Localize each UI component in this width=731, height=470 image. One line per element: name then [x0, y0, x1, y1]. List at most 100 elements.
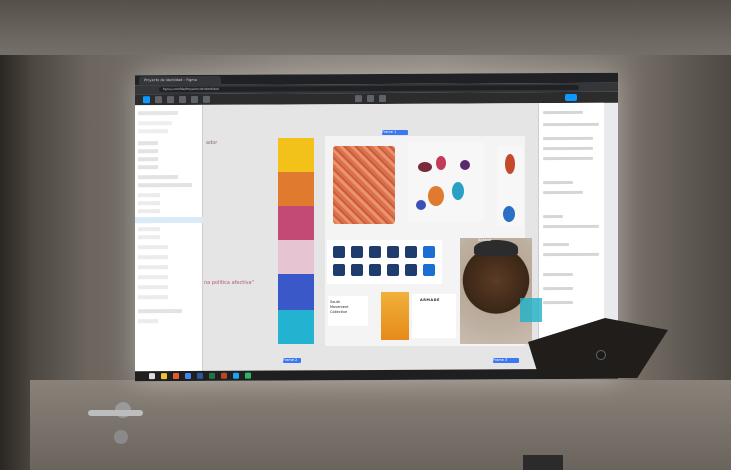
- contrast-icon[interactable]: [379, 94, 386, 102]
- wall-lower: [0, 380, 731, 470]
- layer-item[interactable]: [138, 149, 158, 154]
- floor-object: [523, 455, 563, 470]
- taskbar-app-icon[interactable]: [173, 373, 179, 380]
- taskbar-app-icon[interactable]: [209, 372, 215, 379]
- pictogram: [333, 264, 345, 276]
- blob-illustration[interactable]: [408, 142, 484, 222]
- armade-poster[interactable]: ARMADE: [412, 294, 456, 338]
- canvas-text-quote: na política afectiva": [204, 280, 254, 286]
- taskbar-app-icon[interactable]: [161, 373, 167, 380]
- door-frame: [0, 55, 30, 470]
- pictogram: [405, 264, 417, 276]
- swatch[interactable]: [278, 274, 314, 310]
- help-button[interactable]: [596, 350, 606, 360]
- layer-item[interactable]: [138, 209, 160, 214]
- layer-item[interactable]: [138, 235, 160, 240]
- yellow-poster[interactable]: [381, 292, 409, 340]
- layer-item[interactable]: [138, 285, 168, 290]
- panel-row: [543, 242, 569, 247]
- layer-item[interactable]: [138, 175, 178, 180]
- swatch[interactable]: [278, 138, 314, 172]
- panel-row: [543, 110, 583, 115]
- layer-item-selected[interactable]: [135, 216, 203, 224]
- pictogram: [423, 246, 435, 258]
- panel-row: [543, 146, 593, 151]
- layer-item[interactable]: [138, 295, 168, 300]
- taskbar-app-icon[interactable]: [185, 372, 191, 380]
- component-icon[interactable]: [355, 95, 362, 103]
- book-cover[interactable]: South Movement Collective: [328, 296, 368, 326]
- poster-word: ARMADE: [420, 298, 440, 302]
- layer-item[interactable]: [138, 157, 158, 162]
- taskbar-app-icon[interactable]: [197, 372, 203, 379]
- pictogram: [423, 264, 435, 276]
- blob-shape: [452, 182, 464, 200]
- frame-label[interactable]: Frame 3: [493, 358, 519, 363]
- door-lock: [114, 430, 128, 444]
- panel-row: [543, 272, 573, 277]
- layer-item[interactable]: [138, 265, 168, 270]
- pictogram: [351, 264, 363, 276]
- panel-row: [543, 252, 599, 257]
- layer-item[interactable]: [138, 201, 160, 206]
- layer-item[interactable]: [138, 111, 178, 116]
- figma-toolbar-icon[interactable]: [143, 96, 150, 104]
- frame-label[interactable]: Frame 1: [382, 130, 408, 135]
- blob-shape: [416, 200, 426, 210]
- hand-tool-icon[interactable]: [203, 95, 210, 103]
- figure-head: [505, 154, 515, 174]
- layer-item[interactable]: [138, 275, 168, 280]
- book-title-line: Collective: [330, 310, 348, 314]
- panel-row: [543, 136, 593, 141]
- pictogram: [333, 246, 345, 258]
- layer-item[interactable]: [138, 182, 192, 188]
- panel-row: [543, 180, 573, 185]
- icon-set-image[interactable]: [327, 240, 442, 284]
- door-handle-icon: [88, 410, 143, 416]
- layer-item[interactable]: [138, 319, 158, 324]
- mask-icon[interactable]: [367, 95, 374, 103]
- color-palette: [278, 138, 314, 344]
- layers-panel: [135, 104, 203, 372]
- taskbar-app-icon[interactable]: [221, 372, 227, 379]
- teal-graphic[interactable]: [520, 298, 542, 322]
- layer-item[interactable]: [138, 309, 182, 314]
- panel-row: [543, 122, 599, 127]
- pictogram: [369, 264, 381, 276]
- text-tool-icon[interactable]: [191, 95, 198, 103]
- shape-tool-icon[interactable]: [167, 96, 174, 104]
- layer-item[interactable]: [138, 121, 172, 126]
- layer-item[interactable]: [138, 193, 160, 198]
- taskbar-app-icon[interactable]: [233, 372, 239, 379]
- browser-tab[interactable]: Proyecto de Identidad – Figma: [139, 75, 221, 86]
- swatch[interactable]: [278, 206, 314, 240]
- layer-item[interactable]: [138, 227, 160, 232]
- taskbar-app-icon[interactable]: [149, 373, 155, 380]
- panel-row: [543, 156, 593, 161]
- swatch[interactable]: [278, 310, 314, 344]
- blob-shape: [460, 160, 470, 170]
- book-title-line: Movement: [330, 305, 349, 309]
- share-button[interactable]: [565, 93, 577, 102]
- paint-texture-image[interactable]: [333, 146, 395, 224]
- portrait-cap: [474, 240, 518, 256]
- figure-illustration[interactable]: [497, 146, 523, 226]
- pictogram: [369, 246, 381, 258]
- layer-item[interactable]: [138, 255, 168, 260]
- taskbar-app-icon[interactable]: [245, 372, 251, 379]
- layer-item[interactable]: [138, 129, 168, 134]
- swatch[interactable]: [278, 172, 314, 206]
- frame-label[interactable]: Frame 2: [283, 358, 301, 363]
- pictogram: [405, 246, 417, 258]
- portrait-caption: Abrazar: [478, 238, 492, 242]
- layer-item[interactable]: [138, 245, 168, 250]
- layer-item[interactable]: [138, 165, 158, 170]
- frame-tool-icon[interactable]: [155, 96, 162, 104]
- panel-row: [543, 286, 573, 291]
- figure-body: [503, 206, 515, 222]
- book-title-line: South: [330, 300, 341, 304]
- swatch[interactable]: [278, 240, 314, 274]
- pictogram: [387, 264, 399, 276]
- pen-tool-icon[interactable]: [179, 95, 186, 104]
- layer-item[interactable]: [138, 141, 158, 146]
